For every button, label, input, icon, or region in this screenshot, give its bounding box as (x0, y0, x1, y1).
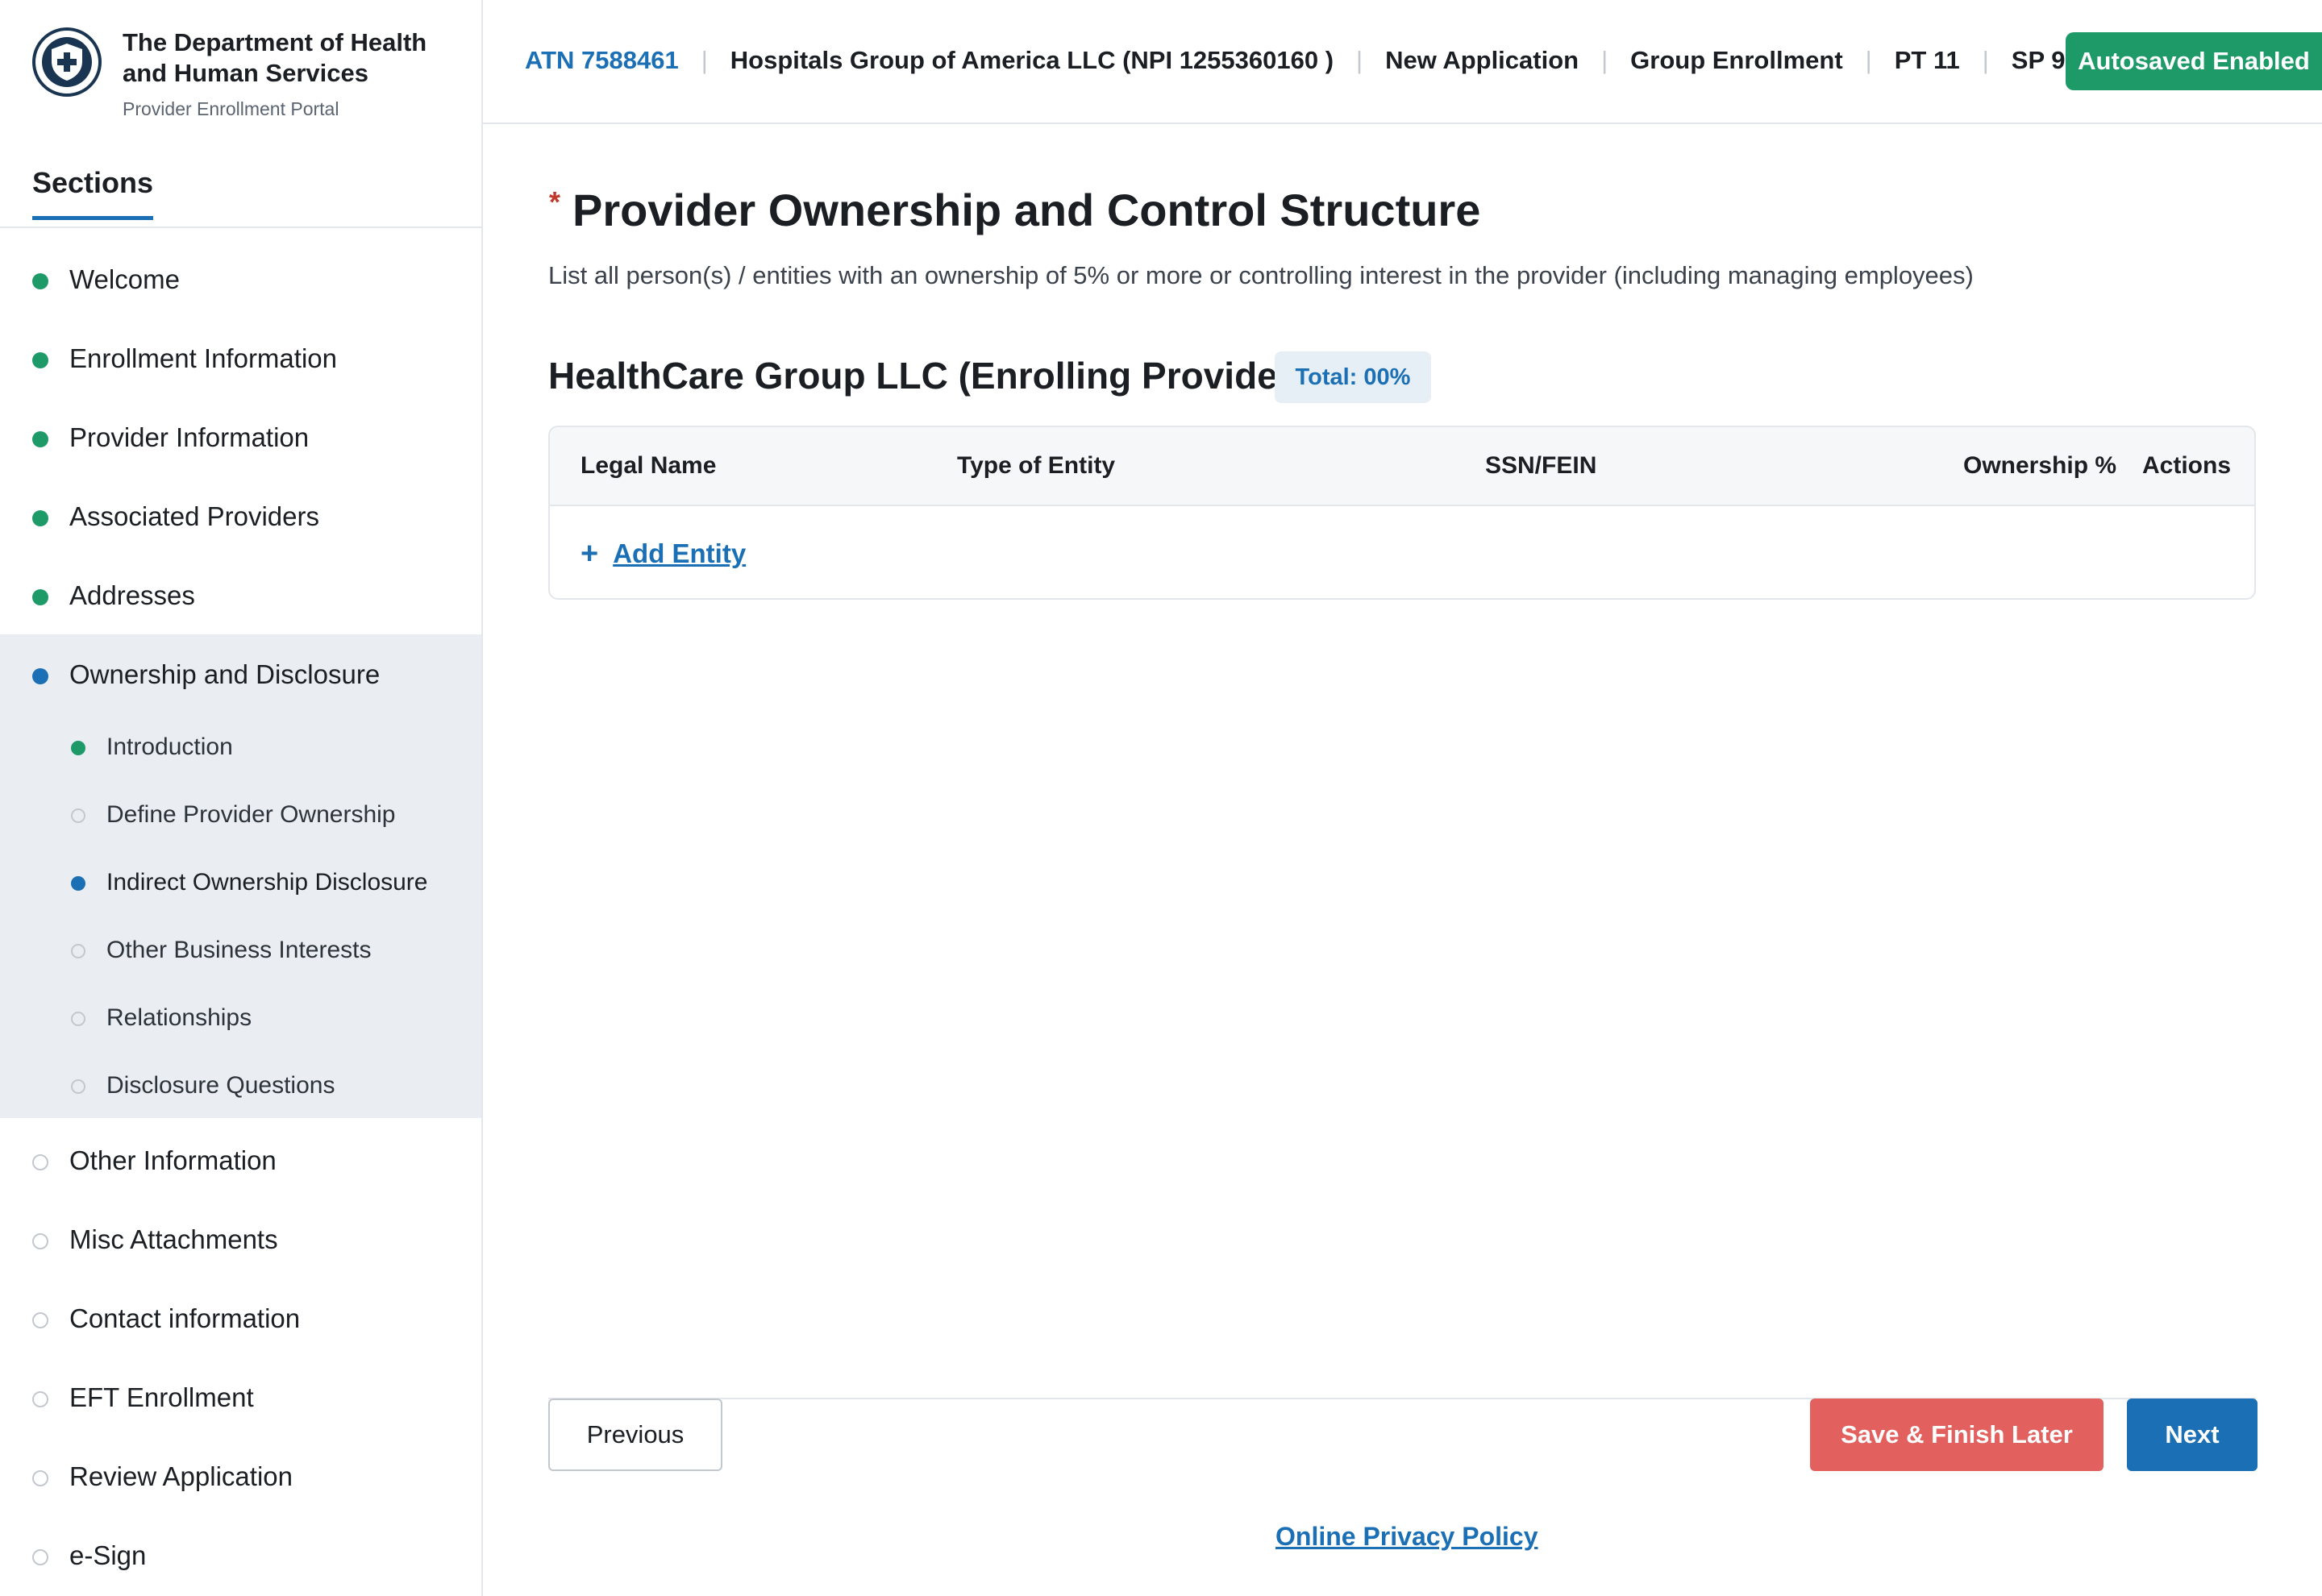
incomplete-status-dot (32, 1154, 48, 1170)
incomplete-status-dot (32, 1391, 48, 1407)
sidebar-item-label: Welcome (69, 264, 180, 294)
sidebar-item-contact-information[interactable]: Contact information (0, 1293, 481, 1341)
sidebar-item-eft-enrollment[interactable]: EFT Enrollment (0, 1372, 481, 1420)
separator: | (701, 46, 708, 74)
sidebar-item-label: EFT Enrollment (69, 1382, 254, 1412)
sidebar-subitem-label: Relationships (106, 1004, 252, 1031)
application-type: New Application (1385, 46, 1579, 74)
previous-button[interactable]: Previous (548, 1399, 722, 1471)
separator: | (1356, 46, 1363, 74)
privacy-policy-link[interactable]: Online Privacy Policy (1275, 1522, 1538, 1552)
required-marker: * (549, 185, 561, 218)
brand-title: The Department of Health and Human Servi… (123, 28, 427, 87)
sidebar-item-associated-providers[interactable]: Associated Providers (0, 491, 481, 539)
column-legal-name: Legal Name (580, 452, 717, 479)
incomplete-status-dot (71, 944, 85, 958)
sidebar-subitem-disclosure-questions[interactable]: Disclosure Questions (0, 1064, 481, 1108)
incomplete-status-dot (71, 808, 85, 823)
ownership-total-badge: Total: 00% (1275, 351, 1431, 403)
page-description: List all person(s) / entities with an ow… (548, 261, 1974, 289)
next-button[interactable]: Next (2127, 1399, 2258, 1471)
sidebar-subitem-define-provider-ownership[interactable]: Define Provider Ownership (0, 793, 481, 837)
sidebar-subitem-label: Other Business Interests (106, 937, 372, 963)
sidebar-item-e-sign[interactable]: e-Sign (0, 1530, 481, 1578)
sidebar-subitem-label: Disclosure Questions (106, 1072, 335, 1099)
column-type-of-entity: Type of Entity (957, 452, 1116, 479)
sidebar-item-label: e-Sign (69, 1540, 147, 1570)
sidebar-item-provider-information[interactable]: Provider Information (0, 412, 481, 460)
tab-sections[interactable]: Sections (32, 166, 154, 220)
sections-divider (0, 227, 481, 228)
autosave-badge: Autosaved Enabled (2066, 32, 2322, 90)
sidebar-item-welcome[interactable]: Welcome (0, 254, 481, 302)
sidebar-item-label: Addresses (69, 580, 195, 610)
sidebar-subitem-relationships[interactable]: Relationships (0, 996, 481, 1040)
organization-name: Hospitals Group of America LLC (NPI 1255… (730, 46, 1334, 74)
sidebar-subitem-label: Indirect Ownership Disclosure (106, 869, 428, 896)
sidebar-subitem-label: Define Provider Ownership (106, 801, 396, 828)
sidebar-item-label: Provider Information (69, 422, 310, 452)
incomplete-status-dot (32, 1312, 48, 1328)
current-status-dot (71, 876, 85, 891)
incomplete-status-dot (32, 1470, 48, 1486)
sidebar-item-label: Misc Attachments (69, 1224, 278, 1254)
complete-status-dot (32, 273, 48, 289)
complete-status-dot (71, 741, 85, 755)
current-status-dot (32, 668, 48, 684)
incomplete-status-dot (71, 1012, 85, 1026)
table-header: Legal Name Type of Entity SSN/FEIN Owner… (550, 427, 2254, 506)
column-actions: Actions (2142, 452, 2232, 479)
add-entity-button[interactable]: + Add Entity (580, 538, 746, 569)
application-header: ATN 7588461 | Hospitals Group of America… (483, 0, 2322, 124)
sidebar-item-enrollment-information[interactable]: Enrollment Information (0, 333, 481, 381)
provider-type: PT 11 (1894, 46, 1960, 74)
sidebar-item-label: Associated Providers (69, 501, 319, 531)
shield-cross-icon (32, 27, 102, 97)
column-ssn-fein: SSN/FEIN (1485, 452, 1597, 479)
sidebar-item-review-application[interactable]: Review Application (0, 1451, 481, 1499)
sidebar-item-label: Enrollment Information (69, 343, 337, 373)
sidebar-subitem-label: Introduction (106, 734, 233, 760)
incomplete-status-dot (32, 1549, 48, 1565)
incomplete-status-dot (32, 1233, 48, 1249)
enrolling-provider-title: HealthCare Group LLC (Enrolling Provider… (548, 355, 1305, 397)
ownership-table: Legal Name Type of Entity SSN/FEIN Owner… (548, 426, 2256, 600)
column-ownership-percent: Ownership % (1963, 452, 2117, 479)
complete-status-dot (32, 589, 48, 605)
separator: | (1601, 46, 1608, 74)
separator: | (1865, 46, 1872, 74)
add-entity-label: Add Entity (613, 538, 747, 568)
sidebar-item-ownership-and-disclosure[interactable]: Ownership and Disclosure (0, 649, 481, 697)
main-content: * Provider Ownership and Control Structu… (483, 124, 2322, 1596)
app-root: The Department of Health and Human Servi… (0, 0, 2322, 1596)
plus-icon: + (580, 537, 599, 571)
complete-status-dot (32, 352, 48, 368)
enrollment-type: Group Enrollment (1630, 46, 1843, 74)
save-finish-later-button[interactable]: Save & Finish Later (1810, 1399, 2104, 1471)
brand-subtitle: Provider Enrollment Portal (123, 98, 339, 119)
sidebar: The Department of Health and Human Servi… (0, 0, 483, 1596)
sidebar-item-label: Ownership and Disclosure (69, 659, 381, 689)
sidebar-subitem-indirect-ownership-disclosure[interactable]: Indirect Ownership Disclosure (0, 861, 481, 904)
complete-status-dot (32, 431, 48, 447)
sidebar-item-other-information[interactable]: Other Information (0, 1135, 481, 1183)
incomplete-status-dot (71, 1079, 85, 1094)
sidebar-subitem-introduction[interactable]: Introduction (0, 725, 481, 769)
separator: | (1982, 46, 1989, 74)
sidebar-item-label: Other Information (69, 1145, 277, 1175)
sidebar-item-label: Contact information (69, 1303, 301, 1333)
sidebar-item-label: Review Application (69, 1461, 293, 1491)
brand: The Department of Health and Human Servi… (32, 27, 468, 124)
sidebar-item-addresses[interactable]: Addresses (0, 570, 481, 618)
sidebar-item-misc-attachments[interactable]: Misc Attachments (0, 1214, 481, 1262)
complete-status-dot (32, 510, 48, 526)
sidebar-subitem-other-business-interests[interactable]: Other Business Interests (0, 929, 481, 972)
application-summary: ATN 7588461 | Hospitals Group of America… (525, 46, 2091, 75)
page-title: Provider Ownership and Control Structure (572, 185, 1481, 235)
atn-number: ATN 7588461 (525, 46, 679, 74)
